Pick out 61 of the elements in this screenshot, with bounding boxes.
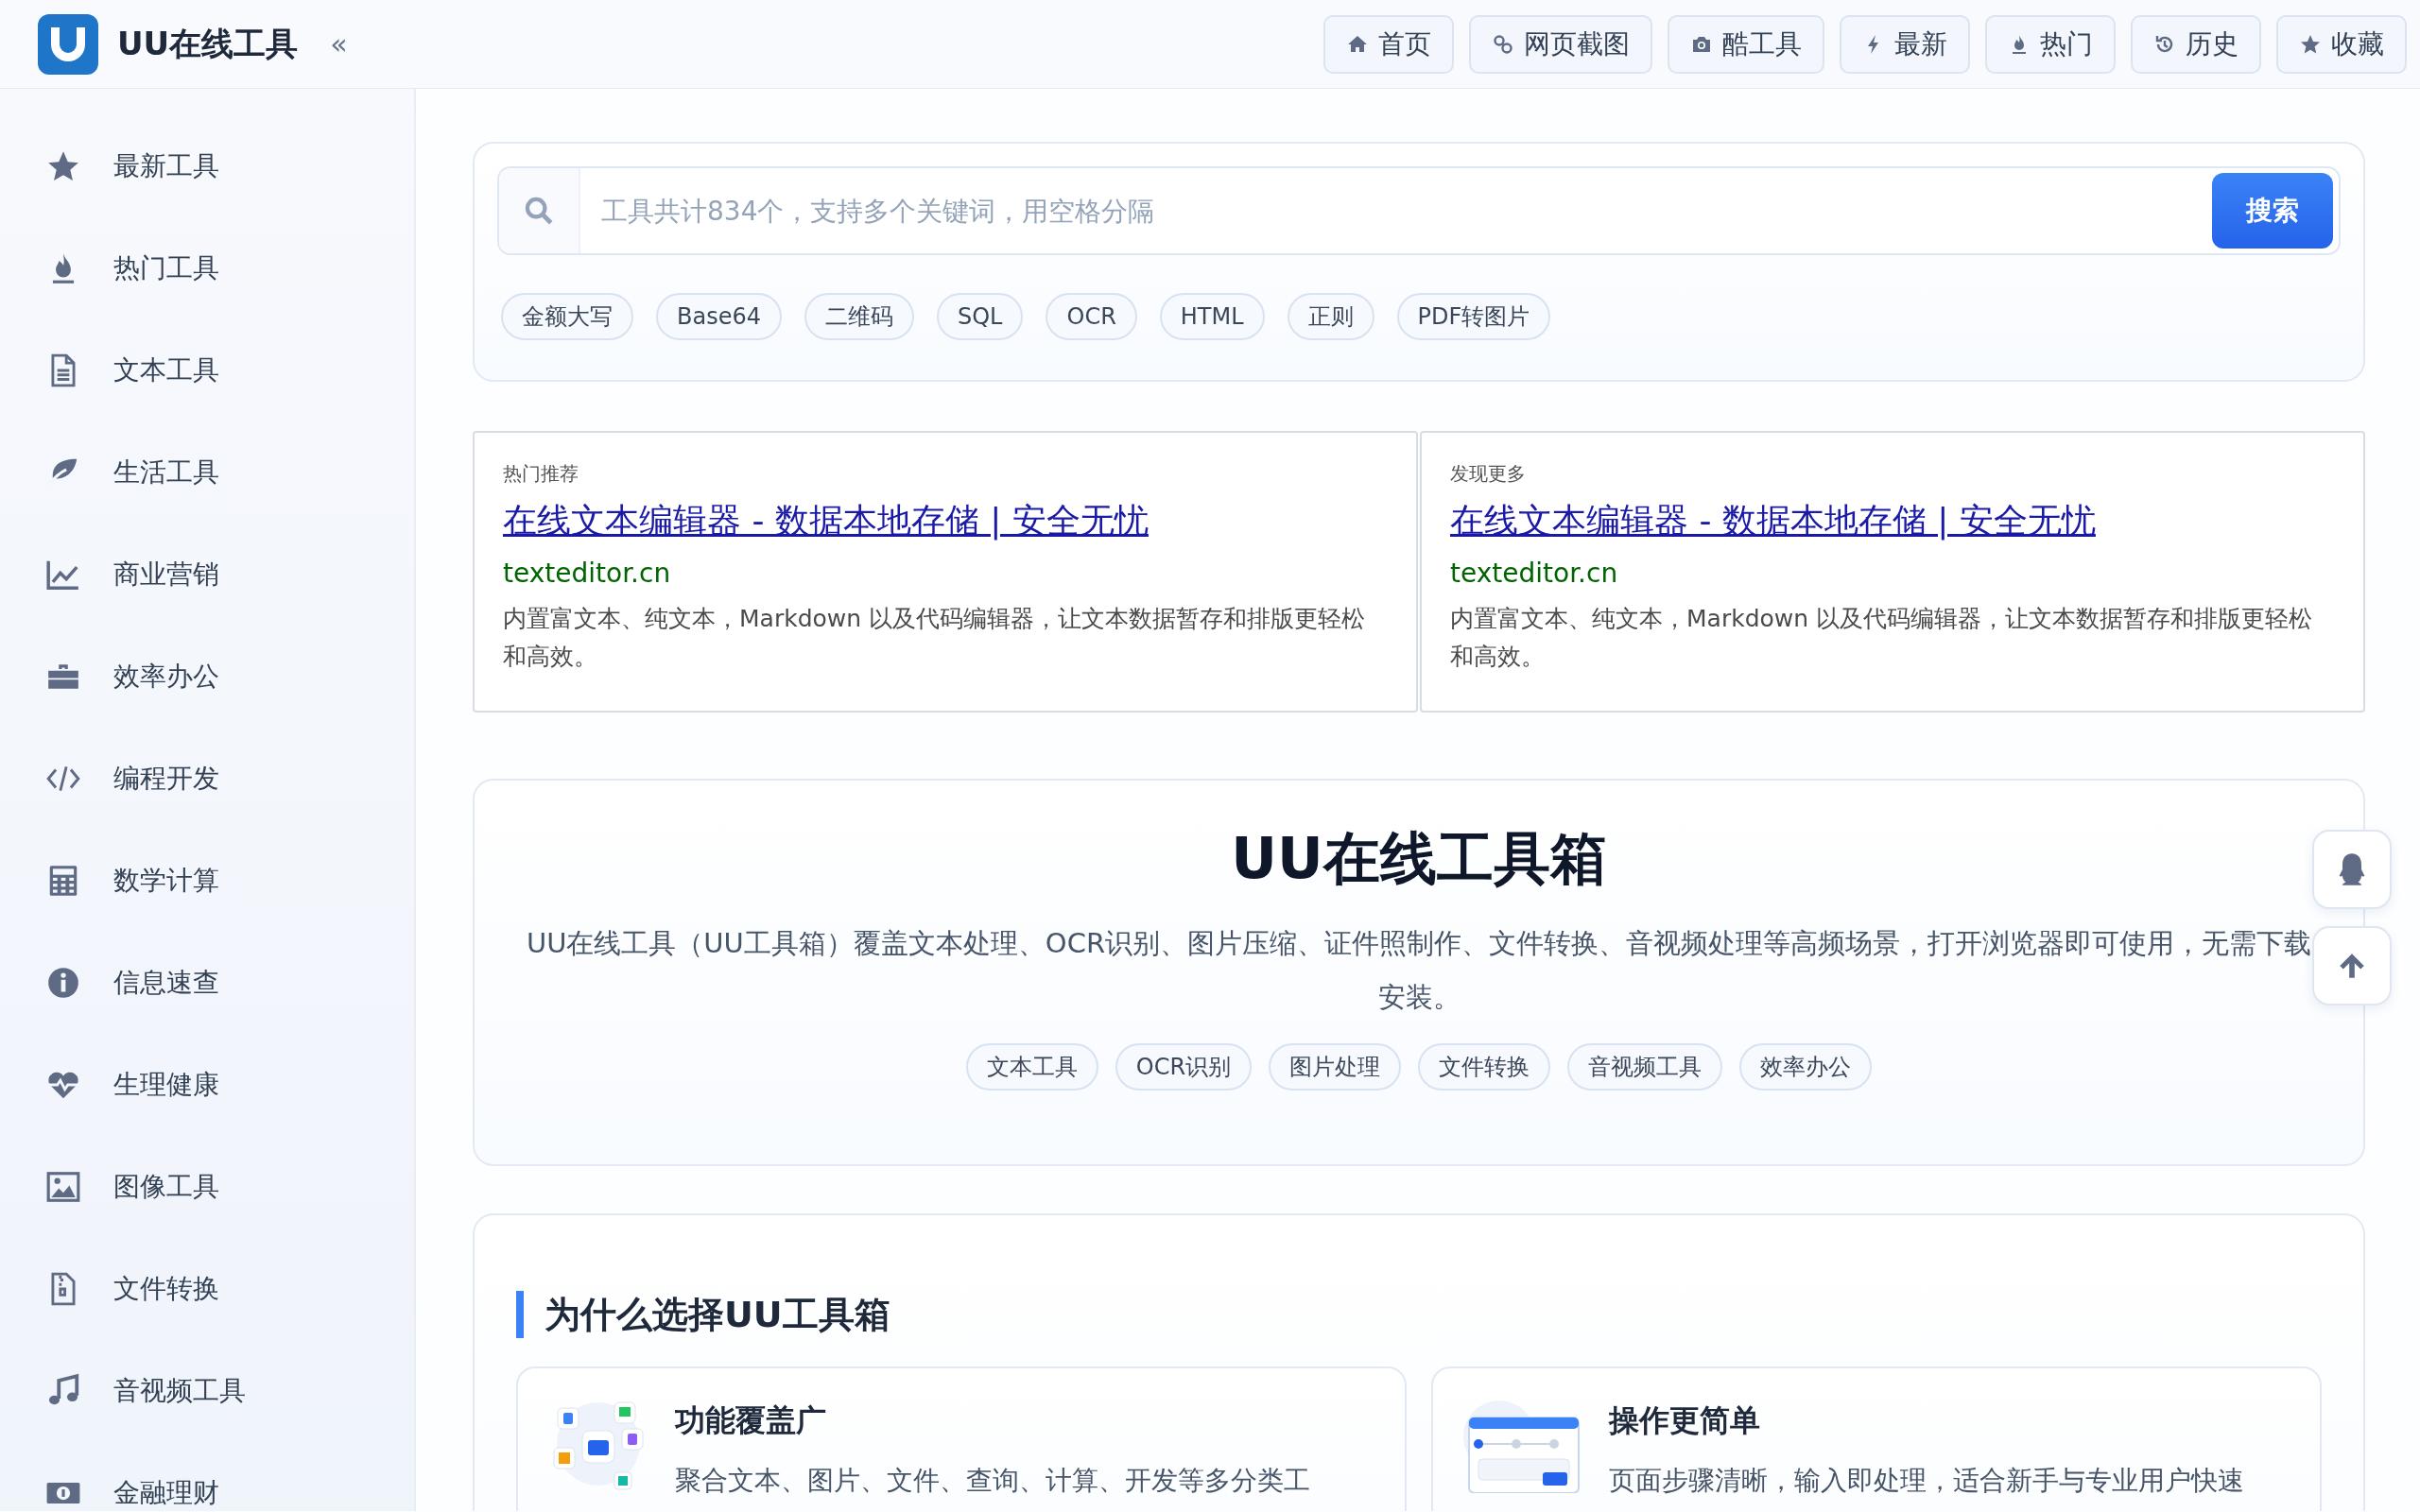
nav-button[interactable]: 热门: [1985, 14, 2116, 74]
ad-label: 发现更多: [1450, 461, 1527, 487]
link-icon: [1492, 32, 1514, 56]
image-icon: [45, 1169, 81, 1205]
sidebar-item[interactable]: 生理健康: [0, 1034, 414, 1136]
ad-link[interactable]: 在线文本编辑器 - 数据本地存储 | 安全无忧: [1450, 498, 2096, 544]
nav-button[interactable]: 网页截图: [1469, 14, 1652, 74]
sidebar-item[interactable]: 热门工具: [0, 217, 414, 319]
hero-title: UU在线工具箱: [1230, 824, 1608, 893]
nav-button[interactable]: 历史: [2131, 14, 2261, 74]
search-tag[interactable]: 正则: [1287, 293, 1374, 340]
nav-button[interactable]: 最新: [1840, 14, 1970, 74]
section-title: 为什么选择UU工具箱: [516, 1291, 2322, 1338]
sidebar-item[interactable]: 音视频工具: [0, 1340, 414, 1442]
search-tag[interactable]: HTML: [1159, 293, 1265, 340]
sidebar-item[interactable]: 金融理财: [0, 1442, 414, 1511]
info-icon: [45, 965, 81, 1001]
sidebar-item[interactable]: 最新工具: [0, 115, 414, 217]
category-tag[interactable]: OCR识别: [1115, 1043, 1253, 1091]
feature-title: 操作更简单: [1609, 1401, 1761, 1440]
sidebar-item[interactable]: 编程开发: [0, 728, 414, 830]
sidebar-item[interactable]: 商业营销: [0, 524, 414, 626]
logo-icon: [38, 13, 98, 75]
category-tag[interactable]: 效率办公: [1739, 1043, 1873, 1091]
feature-description: 页面步骤清晰，输入即处理，适合新手与专业用户快速: [1609, 1464, 2244, 1498]
nav-button[interactable]: 首页: [1323, 14, 1454, 74]
feature-description: 聚合文本、图片、文件、查询、计算、开发等多分类工: [675, 1464, 1310, 1498]
ad-description: 内置富文本、纯文本，Markdown 以及代码编辑器，让文本数据暂存和排版更轻松和高效。: [1450, 604, 2314, 672]
sidebar-item[interactable]: 文件转换: [0, 1238, 414, 1340]
sidebar-item[interactable]: 信息速查: [0, 932, 414, 1034]
ad-description: 内置富文本、纯文本，Markdown 以及代码编辑器，让文本数据暂存和排版更轻松和高效。: [503, 604, 1367, 672]
nav-button[interactable]: 酷工具: [1668, 14, 1824, 74]
search-tag[interactable]: 金额大写: [501, 293, 633, 340]
ad-domain: texteditor.cn: [1450, 558, 1619, 589]
ad-label: 热门推荐: [503, 461, 579, 487]
feature-title: 功能覆盖广: [675, 1401, 827, 1440]
search-tag[interactable]: Base64: [656, 293, 782, 340]
sidebar-item[interactable]: 效率办公: [0, 626, 414, 728]
search-field[interactable]: 工具共计834个，支持多个关键词，用空格分隔 搜索: [497, 166, 2341, 255]
search-tag[interactable]: PDF转图片: [1396, 293, 1551, 340]
sidebar-item[interactable]: 图像工具: [0, 1136, 414, 1238]
back-to-top-button[interactable]: [2312, 926, 2392, 1005]
category-tag[interactable]: 音视频工具: [1567, 1043, 1723, 1091]
sidebar-item[interactable]: 生活工具: [0, 421, 414, 524]
site-title: UU在线工具: [117, 23, 299, 64]
search-tag[interactable]: OCR: [1046, 293, 1137, 340]
category-tag[interactable]: 图片处理: [1269, 1043, 1402, 1091]
sidebar-item[interactable]: 文本工具: [0, 319, 414, 421]
category-tag[interactable]: 文件转换: [1418, 1043, 1551, 1091]
contact-button[interactable]: [2312, 830, 2392, 909]
ad-domain: texteditor.cn: [503, 558, 672, 589]
category-tag[interactable]: 文本工具: [965, 1043, 1098, 1091]
search-tag[interactable]: 二维码: [804, 293, 914, 340]
ad-link[interactable]: 在线文本编辑器 - 数据本地存储 | 安全无忧: [503, 498, 1149, 544]
sidebar-item[interactable]: 数学计算: [0, 830, 414, 932]
search-button[interactable]: 搜索: [2212, 173, 2333, 249]
search-icon: [523, 195, 555, 227]
search-tag[interactable]: SQL: [937, 293, 1024, 340]
collapse-sidebar-button[interactable]: «: [326, 24, 352, 64]
nav-button[interactable]: 收藏: [2276, 14, 2407, 74]
hero-description: UU在线工具（UU工具箱）覆盖文本处理、OCR识别、图片压缩、证件照制作、文件转换、音视频处理等高频场景，打开浏览器即可使用，无需下载安装。: [525, 926, 2313, 1015]
